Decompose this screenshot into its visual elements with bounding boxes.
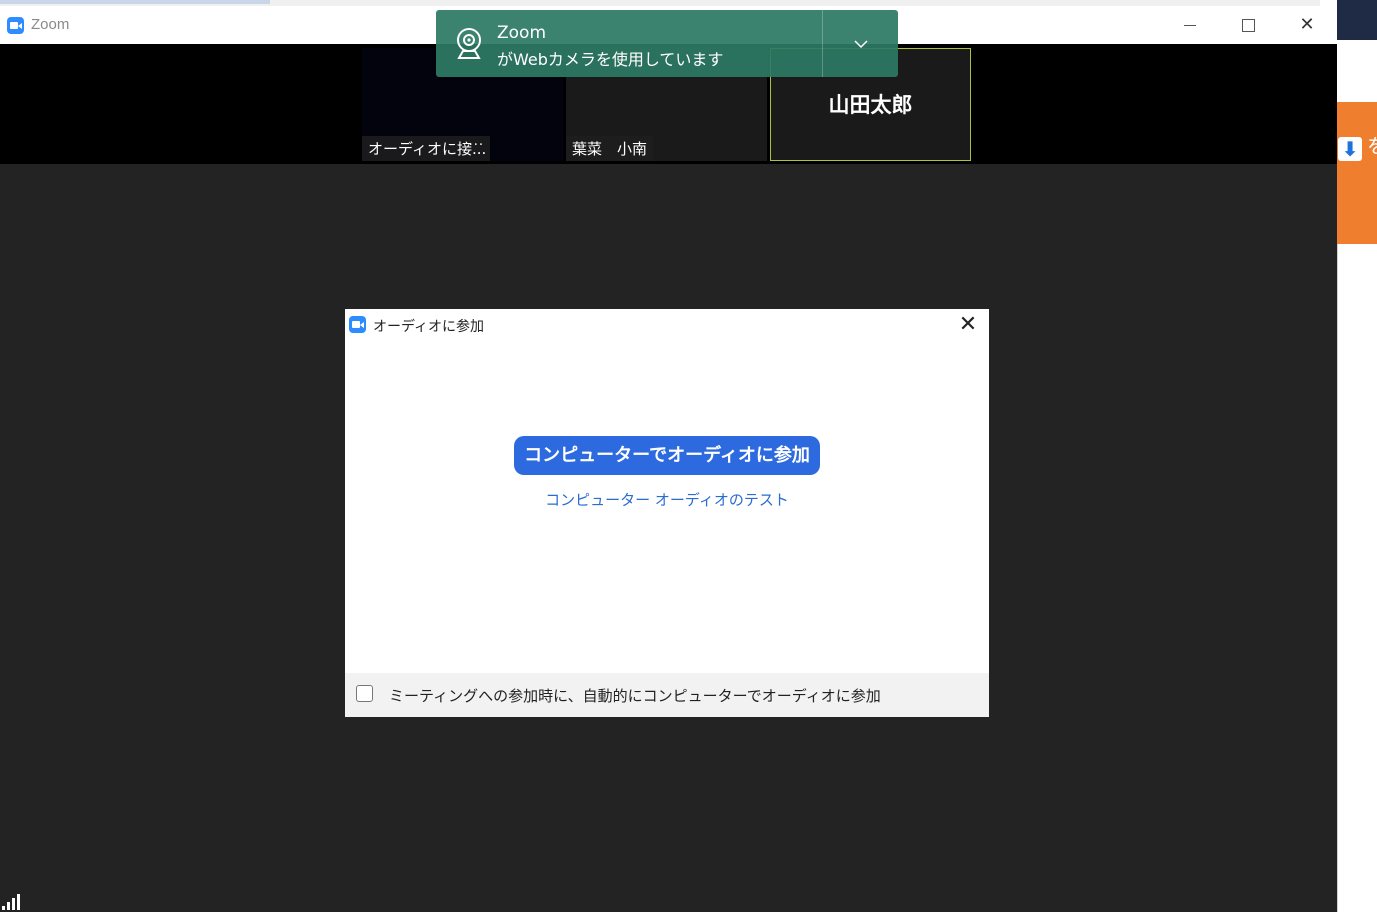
test-audio-link-text[interactable]: コンピューター オーディオのテスト: [545, 491, 789, 509]
zoom-app-icon: [349, 316, 366, 333]
connection-signal-icon[interactable]: [2, 894, 24, 910]
background-app-area: [1337, 40, 1377, 102]
maximize-button[interactable]: [1219, 6, 1277, 44]
download-icon[interactable]: ⬇: [1338, 137, 1362, 161]
dialog-title: オーディオに参加: [373, 319, 485, 335]
more-options-button[interactable]: ···: [469, 138, 484, 153]
dialog-footer: ミーティングへの参加時に、自動的にコンピューターでオーディオに参加: [345, 673, 989, 717]
chevron-down-icon: [853, 40, 868, 49]
webcam-notification[interactable]: Zoom がWebカメラを使用しています: [436, 10, 898, 77]
notification-title: Zoom: [497, 23, 547, 43]
auto-join-checkbox[interactable]: [356, 685, 373, 702]
background-app-body: [1337, 244, 1377, 912]
minimize-icon: [1184, 24, 1196, 26]
test-audio-link: コンピューター オーディオのテスト: [345, 489, 989, 510]
background-app-banner[interactable]: [1337, 102, 1377, 244]
notification-message: がWebカメラを使用しています: [497, 50, 724, 69]
zoom-app-icon: [7, 17, 24, 34]
window-title: Zoom: [31, 16, 70, 33]
maximize-icon: [1241, 18, 1255, 32]
taskbar-accent: [0, 0, 270, 4]
join-audio-dialog: オーディオに参加 ✕ コンピューターでオーディオに参加 コンピューター オーディ…: [345, 309, 989, 717]
auto-join-label[interactable]: ミーティングへの参加時に、自動的にコンピューターでオーディオに参加: [389, 685, 881, 706]
participant-name: 山田太郎: [828, 93, 913, 117]
join-computer-audio-button[interactable]: コンピューターでオーディオに参加: [514, 436, 820, 475]
minimize-button[interactable]: [1161, 6, 1219, 44]
close-window-button[interactable]: ✕: [1278, 6, 1336, 44]
notification-expand-button[interactable]: [823, 10, 898, 77]
close-icon: ✕: [1299, 14, 1315, 35]
dialog-close-button[interactable]: ✕: [953, 311, 983, 339]
participant-label: オーディオに接... ···: [362, 136, 490, 161]
webcam-icon: [457, 28, 481, 59]
close-icon: ✕: [958, 312, 978, 337]
participant-name: 葉菜 小南: [566, 136, 654, 161]
background-app-header: [1337, 0, 1377, 40]
background-app-text: を: [1367, 130, 1377, 159]
